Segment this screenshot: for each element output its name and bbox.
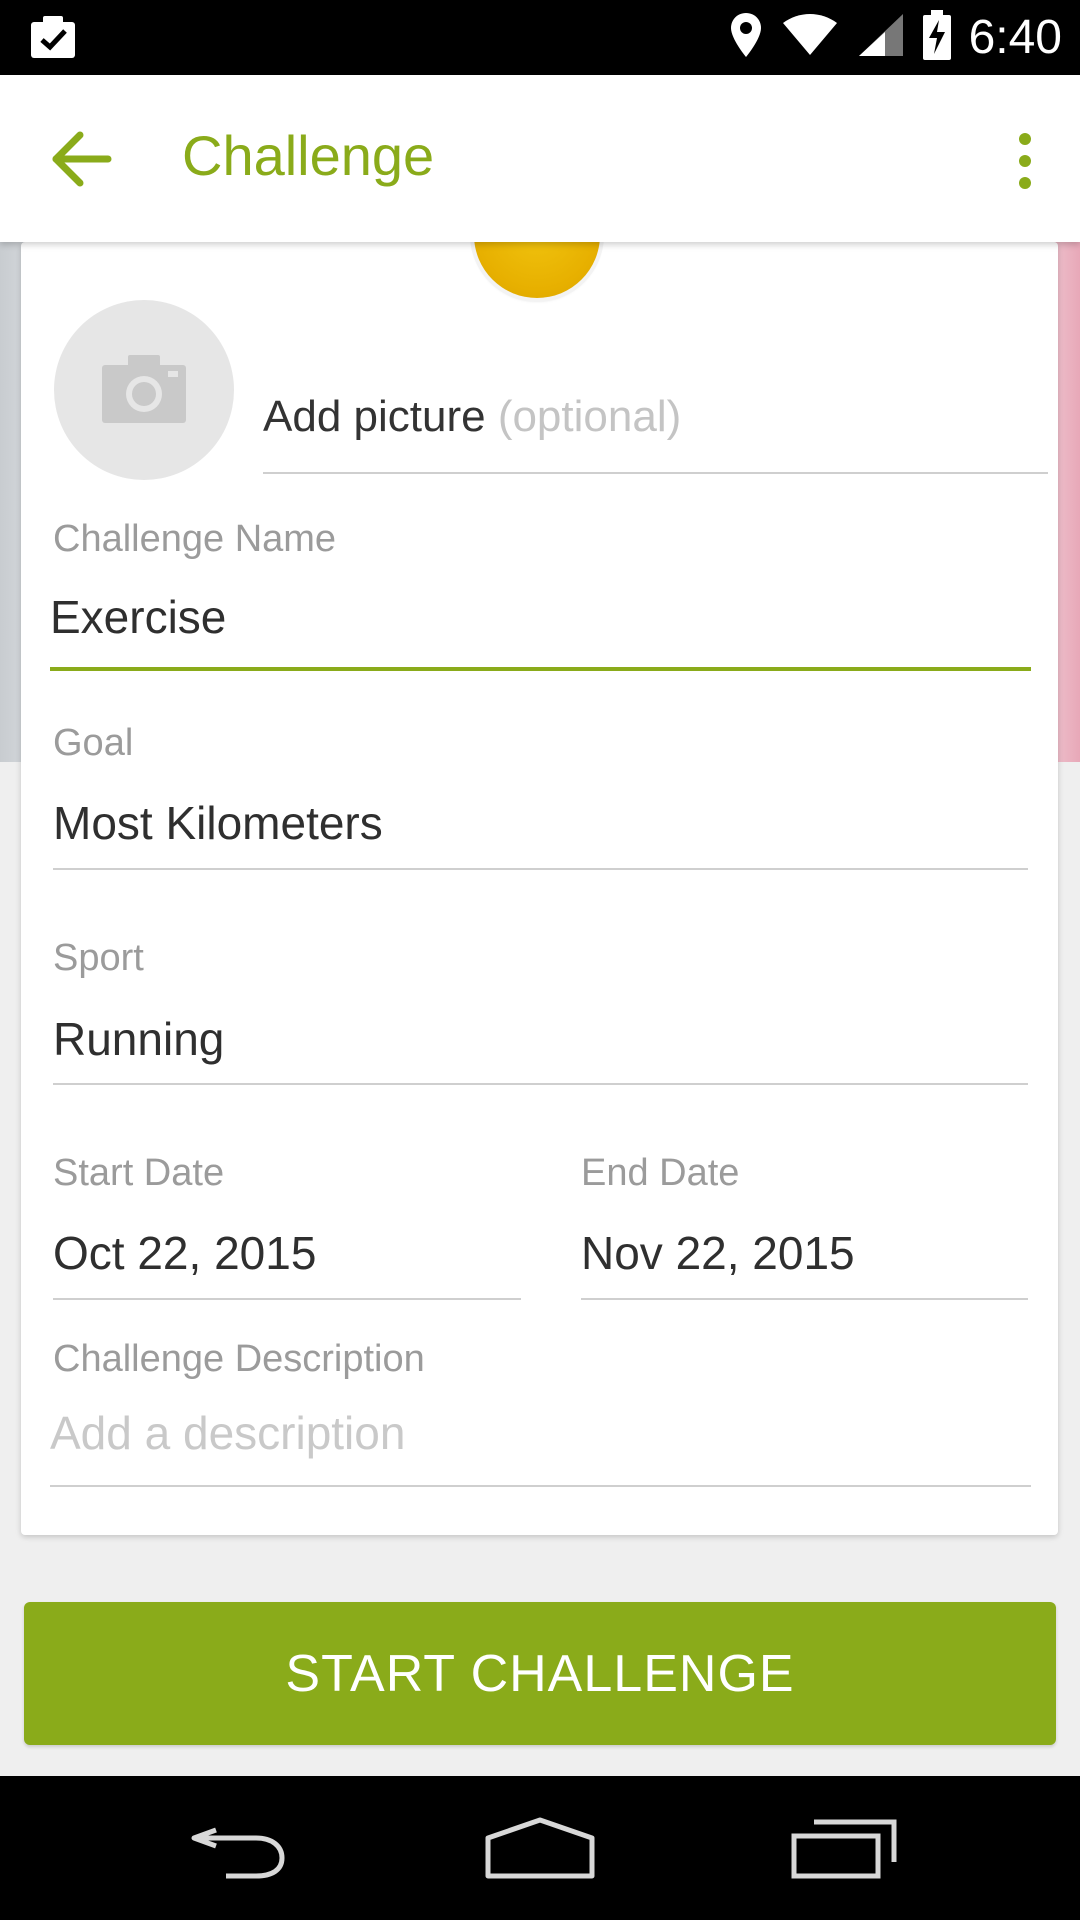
clipboard-check-icon — [28, 14, 78, 65]
challenge-form-card: Add picture (optional) Challenge Name Ex… — [21, 242, 1058, 1535]
signal-icon — [857, 12, 905, 63]
end-date-label: End Date — [581, 1152, 740, 1194]
description-label: Challenge Description — [53, 1338, 425, 1380]
add-picture-optional: (optional) — [497, 392, 682, 441]
more-vert-icon[interactable] — [1010, 131, 1040, 191]
nav-recents-icon[interactable] — [790, 1816, 898, 1887]
challenge-name-input[interactable]: Exercise — [50, 590, 226, 644]
camera-icon — [102, 355, 186, 428]
sport-label: Sport — [53, 937, 144, 979]
start-challenge-button[interactable]: START CHALLENGE — [24, 1602, 1056, 1745]
app-toolbar: Challenge — [0, 75, 1080, 242]
page-title: Challenge — [182, 124, 435, 187]
end-date-field[interactable]: Nov 22, 2015 — [581, 1226, 855, 1280]
goal-underline — [53, 868, 1028, 870]
status-time: 6:40 — [968, 11, 1062, 64]
start-date-label: Start Date — [53, 1152, 225, 1194]
description-underline — [50, 1485, 1031, 1487]
challenge-name-label: Challenge Name — [53, 518, 337, 560]
sport-field[interactable]: Running — [53, 1012, 224, 1066]
battery-charging-icon — [922, 10, 951, 65]
add-picture-field[interactable]: Add picture (optional) — [263, 392, 1048, 474]
add-picture-button[interactable] — [54, 300, 234, 480]
nav-back-icon[interactable] — [186, 1816, 290, 1887]
goal-field[interactable]: Most Kilometers — [53, 796, 383, 850]
end-date-underline — [581, 1298, 1028, 1300]
challenge-badge-icon — [474, 242, 600, 298]
add-picture-label: Add picture — [263, 392, 486, 441]
challenge-name-underline — [50, 667, 1031, 671]
arrow-back-icon[interactable] — [50, 127, 120, 191]
wifi-icon — [781, 13, 839, 62]
sport-underline — [53, 1083, 1028, 1085]
nav-home-icon[interactable] — [484, 1816, 596, 1887]
status-bar: 6:40 — [0, 0, 1080, 75]
system-nav-bar — [0, 1776, 1080, 1920]
goal-label: Goal — [53, 722, 134, 764]
description-input[interactable]: Add a description — [50, 1406, 405, 1460]
start-date-underline — [53, 1298, 521, 1300]
location-pin-icon — [729, 11, 763, 64]
start-date-field[interactable]: Oct 22, 2015 — [53, 1226, 316, 1280]
